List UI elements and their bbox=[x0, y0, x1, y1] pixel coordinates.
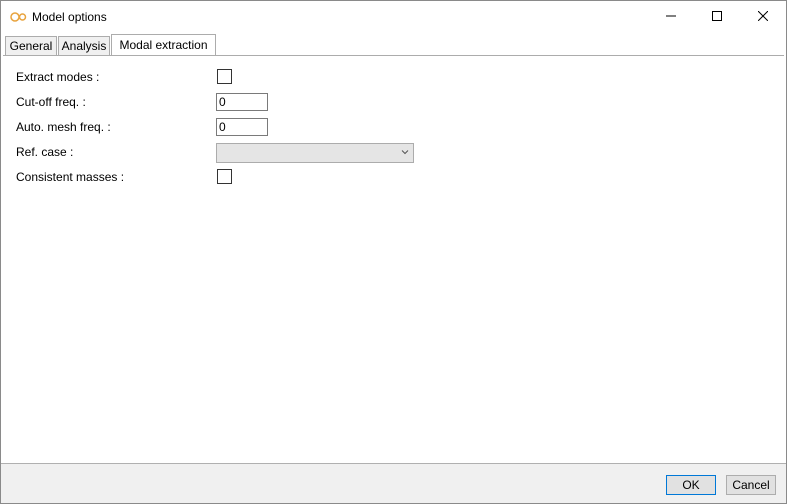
dialog-window: Model options General Analysis Modal ext… bbox=[0, 0, 787, 504]
tab-analysis[interactable]: Analysis bbox=[58, 36, 110, 55]
extract-modes-label: Extract modes : bbox=[16, 70, 100, 84]
close-icon bbox=[757, 10, 769, 24]
ref-case-select[interactable] bbox=[216, 143, 414, 163]
dialog-footer: OK Cancel bbox=[1, 463, 786, 503]
tab-content-panel: Extract modes : Cut-off freq. : 0 Auto. … bbox=[3, 55, 784, 464]
cutoff-freq-label: Cut-off freq. : bbox=[16, 95, 86, 109]
consistent-masses-checkbox[interactable] bbox=[217, 169, 232, 184]
window-title: Model options bbox=[32, 10, 107, 24]
auto-mesh-freq-input[interactable]: 0 bbox=[216, 118, 268, 136]
close-button[interactable] bbox=[740, 1, 786, 33]
minimize-icon bbox=[666, 10, 676, 24]
tab-general[interactable]: General bbox=[5, 36, 57, 55]
auto-mesh-freq-label: Auto. mesh freq. : bbox=[16, 120, 111, 134]
maximize-icon bbox=[712, 10, 722, 24]
ok-button[interactable]: OK bbox=[666, 475, 716, 495]
ref-case-label: Ref. case : bbox=[16, 145, 74, 159]
chevron-down-icon bbox=[401, 148, 409, 158]
maximize-button[interactable] bbox=[694, 1, 740, 33]
tab-modal-extraction[interactable]: Modal extraction bbox=[111, 34, 216, 56]
minimize-button[interactable] bbox=[648, 1, 694, 33]
cutoff-freq-input[interactable]: 0 bbox=[216, 93, 268, 111]
extract-modes-checkbox[interactable] bbox=[217, 69, 232, 84]
consistent-masses-label: Consistent masses : bbox=[16, 170, 125, 184]
cancel-button[interactable]: Cancel bbox=[726, 475, 776, 495]
app-icon bbox=[10, 11, 28, 23]
title-bar[interactable]: Model options bbox=[1, 1, 786, 33]
